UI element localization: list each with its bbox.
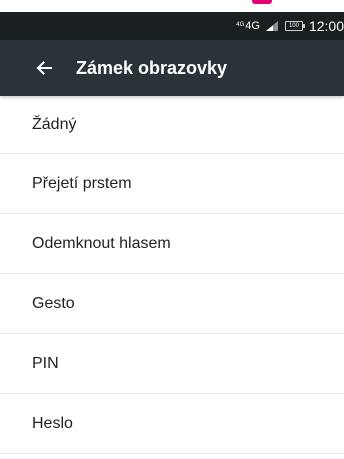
list-item-none[interactable]: Žádný [0,96,344,154]
list-item-password[interactable]: Heslo [0,394,344,454]
lock-type-list: Žádný Přejetí prstem Odemknout hlasem Ge… [0,96,344,454]
battery-icon: 100 [284,21,305,31]
page-title: Zámek obrazovky [76,57,228,78]
network-prefix: 4G [236,22,245,28]
arrow-left-icon[interactable] [32,56,56,80]
list-item-voice-unlock[interactable]: Odemknout hlasem [0,214,344,274]
network-indicator: 4G 4G [236,20,260,32]
battery-level: 100 [288,23,299,29]
signal-icon [265,21,278,31]
accent-notch [252,0,272,4]
list-item-pin[interactable]: PIN [0,334,344,394]
network-type: 4G [245,20,260,32]
list-item-swipe[interactable]: Přejetí prstem [0,154,344,214]
top-strip [0,0,344,12]
status-bar: 4G 4G 100 12:00 [0,12,344,40]
app-bar: Zámek obrazovky [0,40,344,96]
clock: 12:00 [308,18,344,34]
list-item-pattern[interactable]: Gesto [0,274,344,334]
arrow-left-glyph [36,61,52,75]
